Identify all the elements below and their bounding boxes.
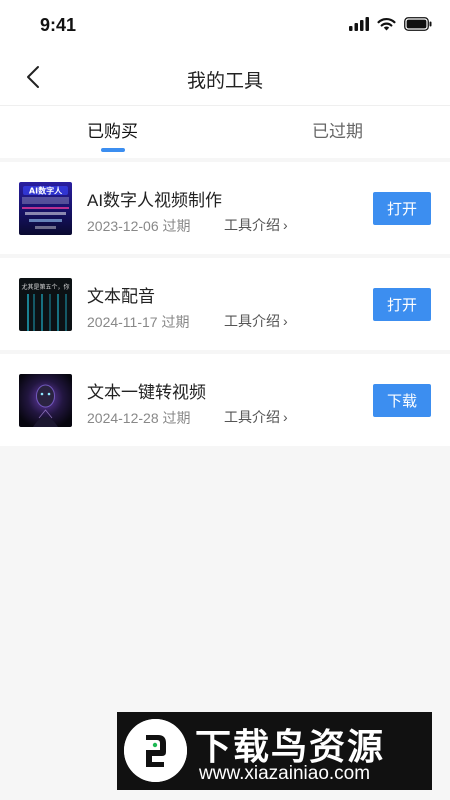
- list-item: AI数字人 AI数字人视频制作 2023-12-06 过期 工具介绍 › 打开: [0, 162, 450, 254]
- tool-name: 文本配音: [87, 287, 155, 306]
- tab-expired[interactable]: 已过期: [225, 106, 450, 158]
- tool-intro-link[interactable]: 工具介绍 ›: [224, 311, 288, 331]
- tool-intro-label: 工具介绍: [224, 409, 280, 425]
- tool-name: 文本一键转视频: [87, 383, 206, 402]
- tool-expire-date: 2024-12-28 过期: [87, 410, 191, 426]
- status-icons: [349, 17, 432, 36]
- tool-thumbnail: [19, 374, 72, 427]
- tool-thumbnail: AI数字人: [19, 182, 72, 235]
- open-button[interactable]: 打开: [373, 192, 431, 225]
- tab-active-indicator: [101, 148, 125, 152]
- status-time: 9:41: [40, 15, 77, 35]
- chevron-left-icon: [26, 65, 40, 94]
- back-button[interactable]: [18, 64, 48, 94]
- list-item: 尤其是第五个，你 文本配音 2024-11-17 过期 工具介绍 › 打开: [0, 258, 450, 350]
- tool-intro-link[interactable]: 工具介绍 ›: [224, 215, 288, 235]
- open-button[interactable]: 打开: [373, 288, 431, 321]
- watermark-url: www.xiazainiao.com: [199, 763, 371, 784]
- tool-thumbnail: 尤其是第五个，你: [19, 278, 72, 331]
- chevron-right-icon: ›: [283, 313, 288, 329]
- download-button[interactable]: 下载: [373, 384, 431, 417]
- wifi-icon: [377, 17, 396, 36]
- nav-bar: 我的工具: [0, 52, 450, 106]
- battery-icon: [404, 17, 432, 36]
- list-item: 文本一键转视频 2024-12-28 过期 工具介绍 › 下载: [0, 354, 450, 446]
- cellular-signal-icon: [349, 17, 369, 36]
- tool-intro-label: 工具介绍: [224, 217, 280, 233]
- tool-list: AI数字人 AI数字人视频制作 2023-12-06 过期 工具介绍› 打开: [0, 162, 450, 450]
- tool-expire-date: 2024-11-17 过期: [87, 314, 190, 330]
- bird-logo-icon: [124, 719, 187, 782]
- chevron-right-icon: ›: [283, 409, 288, 425]
- chevron-right-icon: ›: [283, 217, 288, 233]
- tool-expire-date: 2023-12-06 过期: [87, 218, 191, 234]
- watermark-banner: 下载鸟资源 www.xiazainiao.com: [117, 712, 432, 790]
- tab-bar: 已购买 已过期: [0, 106, 450, 158]
- tool-intro-link[interactable]: 工具介绍 ›: [224, 407, 288, 427]
- tool-thumbnail-text: AI数字人: [29, 186, 63, 196]
- tool-thumbnail-text: 尤其是第五个，你: [21, 283, 69, 291]
- tool-intro-label: 工具介绍: [224, 313, 280, 329]
- status-bar: 9:41: [0, 0, 450, 52]
- tool-name: AI数字人视频制作: [87, 191, 223, 210]
- page-title: 我的工具: [186, 71, 263, 92]
